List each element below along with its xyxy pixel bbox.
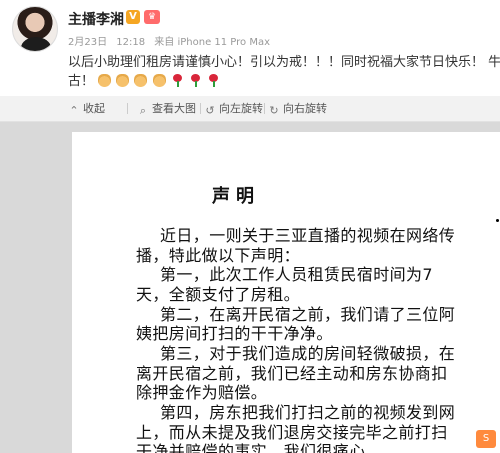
clap-emoji-icon (116, 74, 130, 87)
member-badge-icon: ♛ (144, 10, 160, 24)
collapse-icon: ⌃ (69, 104, 79, 117)
avatar[interactable] (12, 6, 58, 52)
clap-emoji-icon (152, 74, 166, 87)
rotate-left-label: 向左旋转 (219, 102, 263, 115)
post-text-line-2: 古！ (68, 70, 221, 89)
clap-emoji-icon (134, 74, 148, 87)
post-time: 12:18 (116, 37, 146, 48)
rotate-left-button[interactable]: ↺ 向左旋转 (204, 100, 263, 118)
magnifier-icon: ⌕ (139, 104, 147, 117)
rotate-left-icon: ↺ (205, 104, 215, 117)
post-meta: 2月23日 12:18 来自 iPhone 11 Pro Max (68, 33, 276, 48)
username[interactable]: 主播李湘 (68, 9, 124, 29)
toolbar-divider (127, 103, 128, 114)
clap-emoji-icon (98, 74, 112, 87)
post-source: 来自 iPhone 11 Pro Max (154, 37, 271, 48)
statement-line: 干净并赔偿的事实，我们很痛心。 (136, 442, 383, 453)
rose-emoji-icon (171, 74, 184, 87)
rotate-right-icon: ↻ (269, 104, 279, 117)
verified-badge-icon: V (126, 10, 140, 24)
rotate-right-button[interactable]: ↻ 向右旋转 (268, 100, 327, 118)
corner-app-icon: S (476, 430, 496, 448)
post-text-line-1: 以后小助理们租房请谨慎小心！引以为戒！！！同时祝福大家节日快乐！ 牛 (68, 55, 500, 70)
collapse-label: 收起 (83, 102, 105, 115)
image-toolbar: ⌃ 收起 ⌕ 查看大图 ↺ 向左旋转 ↻ 向右旋转 (0, 96, 500, 122)
rose-emoji-icon (189, 74, 202, 87)
view-large-label: 查看大图 (152, 102, 196, 115)
rose-emoji-icon (207, 74, 220, 87)
statement-title: 声明 (212, 186, 260, 207)
post-text-line-2-prefix: 古！ (68, 74, 95, 89)
toolbar-divider (264, 103, 265, 114)
view-large-button[interactable]: ⌕ 查看大图 (137, 100, 196, 118)
cursor-dot (496, 219, 499, 222)
post-date[interactable]: 2月23日 (68, 37, 107, 48)
toolbar-divider (200, 103, 201, 114)
collapse-button[interactable]: ⌃ 收起 (68, 100, 105, 118)
rotate-right-label: 向右旋转 (283, 102, 327, 115)
